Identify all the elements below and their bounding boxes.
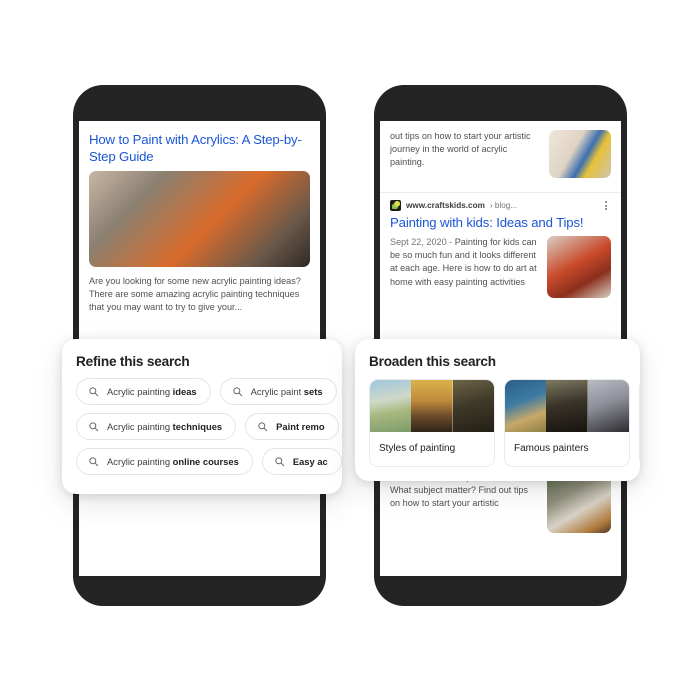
tile-image-strip: [370, 380, 494, 432]
refine-chip-label: Paint remo: [276, 421, 324, 432]
refine-chip[interactable]: Acrylic painting techniques: [76, 413, 237, 440]
search-result-main[interactable]: How to Paint with Acrylics: A Step-by-St…: [79, 121, 320, 315]
chip-prefix: Acrylic painting: [107, 421, 173, 432]
chip-bold: Paint remo: [276, 421, 325, 432]
refine-chip-label: Acrylic painting ideas: [107, 386, 197, 397]
broaden-tile[interactable]: Styles of painting: [369, 379, 495, 467]
refine-chip-label: Acrylic paint sets: [251, 386, 323, 397]
tile-image: [370, 380, 412, 432]
tile-label: Famous painters: [514, 443, 589, 454]
broaden-tile[interactable]: Famous painters: [504, 379, 630, 467]
search-icon: [275, 457, 284, 467]
result-title-link[interactable]: Painting with kids: Ideas and Tips!: [390, 214, 611, 231]
tile-label: Styles of painting: [379, 443, 456, 454]
chip-bold: ideas: [172, 386, 197, 397]
chip-prefix: Acrylic painting: [107, 386, 173, 397]
chip-bold: techniques: [172, 421, 223, 432]
refine-chip[interactable]: Paint remo: [245, 413, 339, 440]
refine-chip-row: Acrylic painting ideas Acrylic paint set…: [76, 378, 342, 405]
result-snippet: Are you looking for some new acrylic pai…: [89, 276, 301, 313]
result-source-url: www.craftskids.com: [406, 200, 485, 210]
refine-chip[interactable]: Easy ac: [261, 448, 342, 475]
refine-chip[interactable]: Acrylic painting online courses: [76, 448, 253, 475]
refine-chip-label: Acrylic painting online courses: [107, 456, 239, 467]
refine-chip-row: Acrylic painting techniques Paint remo: [76, 413, 342, 440]
tile-image-strip: [505, 380, 629, 432]
broaden-this-search-panel: Broaden this search Styles of painting F…: [355, 339, 640, 481]
result-source-row: www.craftskids.com › blog...: [390, 193, 611, 214]
kebab-menu-icon[interactable]: [601, 199, 611, 211]
result-thumbnail[interactable]: [547, 236, 611, 298]
refine-chip-label: Easy ac: [293, 456, 328, 467]
result-snippet: out tips on how to start your artistic j…: [390, 131, 531, 168]
result-date: Sept 22, 2020 -: [390, 237, 455, 247]
search-icon: [258, 422, 268, 432]
result-breadcrumb: › blog...: [489, 200, 518, 210]
refine-chip[interactable]: Acrylic paint sets: [219, 378, 337, 405]
broaden-tile[interactable]: Pai: [639, 379, 640, 467]
chip-bold: sets: [303, 386, 323, 397]
search-icon: [89, 457, 99, 467]
chip-prefix: Acrylic painting: [107, 456, 173, 467]
search-result-partial-top[interactable]: out tips on how to start your artistic j…: [380, 121, 621, 178]
broaden-tile-list: Styles of painting Famous painters Pai: [355, 369, 640, 467]
result-hero-image[interactable]: [89, 171, 310, 267]
result-thumbnail[interactable]: [549, 130, 611, 178]
tile-image: [546, 380, 588, 432]
tile-image: [587, 380, 629, 432]
tile-image: [452, 380, 494, 432]
refine-panel-title: Refine this search: [76, 354, 190, 369]
chip-bold: online courses: [172, 456, 239, 467]
broaden-panel-title: Broaden this search: [369, 354, 496, 369]
search-icon: [89, 387, 99, 397]
chip-bold: Easy ac: [292, 456, 328, 467]
search-icon: [89, 422, 99, 432]
search-icon: [232, 387, 242, 397]
site-favicon-icon: [390, 199, 401, 211]
chip-prefix: Acrylic paint: [250, 386, 304, 397]
result-snippet: Sept 22, 2020 - Painting for kids can be…: [390, 236, 539, 289]
refine-this-search-panel: Refine this search Acrylic painting idea…: [62, 339, 342, 494]
tile-image: [505, 380, 547, 432]
result-title-link[interactable]: How to Paint with Acrylics: A Step-by-St…: [89, 131, 310, 165]
tile-image: [411, 380, 453, 432]
poster-canvas: How to Paint with Acrylics: A Step-by-St…: [0, 0, 700, 700]
refine-chip-list: Acrylic painting ideas Acrylic paint set…: [62, 369, 342, 475]
refine-chip[interactable]: Acrylic painting ideas: [76, 378, 211, 405]
refine-chip-label: Acrylic painting techniques: [107, 421, 222, 432]
search-result-craftskids[interactable]: www.craftskids.com › blog... Painting wi…: [380, 193, 621, 298]
refine-chip-row: Acrylic painting online courses Easy ac: [76, 448, 342, 475]
